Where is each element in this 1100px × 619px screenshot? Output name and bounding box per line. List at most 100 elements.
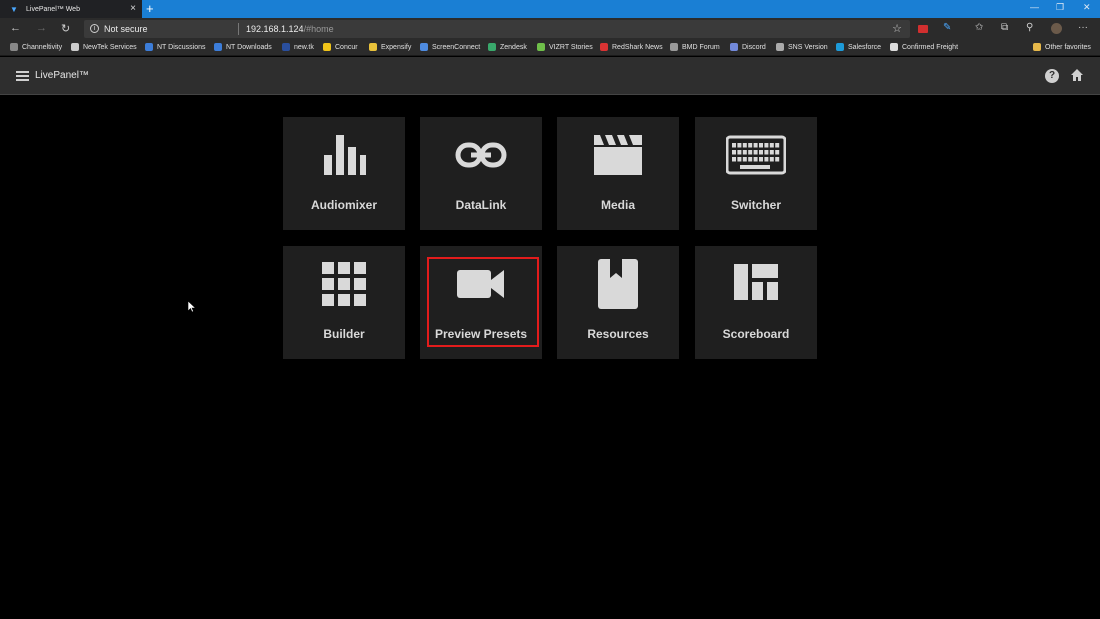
bookmark-label: Channeltivity xyxy=(22,43,63,51)
home-icon[interactable] xyxy=(1070,68,1084,82)
bookmark-favicon-icon xyxy=(890,43,898,51)
bookmark-icon xyxy=(598,259,638,309)
tile-label: Builder xyxy=(323,327,365,341)
clapperboard-icon xyxy=(594,135,642,175)
bookmark-item[interactable]: Discord xyxy=(730,43,766,51)
bookmark-favicon-icon xyxy=(776,43,784,51)
bookmark-label: NT Downloads xyxy=(226,43,272,51)
collections-icon[interactable]: ⧉ xyxy=(1001,22,1008,33)
bookmark-label: Salesforce xyxy=(848,43,882,51)
settings-more-icon[interactable]: ··· xyxy=(1078,22,1088,33)
bookmark-label: Zendesk xyxy=(500,43,527,51)
bookmark-favicon-icon xyxy=(71,43,79,51)
bookmark-item[interactable]: RedShark News xyxy=(600,43,663,51)
address-divider xyxy=(238,23,239,35)
maximize-icon[interactable]: ❐ xyxy=(1056,2,1064,13)
tile-label: Resources xyxy=(587,327,649,341)
bookmark-item[interactable]: Confirmed Freight xyxy=(890,43,958,51)
bookmark-item[interactable]: Salesforce xyxy=(836,43,881,51)
tile-label: Switcher xyxy=(730,198,781,212)
grid-icon xyxy=(322,262,366,306)
info-icon[interactable]: i xyxy=(90,24,99,33)
bookmark-favicon-icon xyxy=(323,43,331,51)
folder-icon xyxy=(1033,43,1041,51)
address-url[interactable]: 192.168.1.124/#home xyxy=(246,24,334,34)
bookmark-favicon-icon xyxy=(488,43,496,51)
help-icon[interactable]: ? xyxy=(1045,69,1059,83)
other-favorites[interactable]: Other favorites xyxy=(1033,43,1091,51)
profile-avatar[interactable] xyxy=(1051,23,1062,34)
bookmark-favicon-icon xyxy=(369,43,377,51)
reload-icon[interactable]: ↻ xyxy=(61,22,70,35)
bookmark-item[interactable]: ScreenConnect xyxy=(420,43,480,51)
bookmark-label: NT Discussions xyxy=(157,43,206,51)
bookmark-favicon-icon xyxy=(145,43,153,51)
bookmark-label: Expensify xyxy=(381,43,412,51)
favorites-icon[interactable]: ✩ xyxy=(975,22,983,33)
bookmark-item[interactable]: new.tk xyxy=(282,43,314,51)
mouse-cursor-icon xyxy=(188,301,196,313)
tile-scoreboard[interactable]: Scoreboard xyxy=(695,246,817,359)
bookmark-label: Concur xyxy=(335,43,358,51)
bookmark-favicon-icon xyxy=(282,43,290,51)
bookmark-item[interactable]: Zendesk xyxy=(488,43,527,51)
bookmark-label: ScreenConnect xyxy=(432,43,481,51)
bookmark-label: BMD Forum xyxy=(682,43,720,51)
bookmark-item[interactable]: NT Downloads xyxy=(214,43,272,51)
dashboard-layout-icon xyxy=(734,264,778,300)
bookmark-item[interactable]: NewTek Services xyxy=(71,43,137,51)
tile-media[interactable]: Media xyxy=(557,117,679,230)
bookmark-favicon-icon xyxy=(836,43,844,51)
minimize-icon[interactable]: — xyxy=(1030,2,1039,12)
bookmark-favicon-icon xyxy=(214,43,222,51)
livepanel-favicon-icon: ▼ xyxy=(10,4,18,14)
bookmark-item[interactable]: Concur xyxy=(323,43,358,51)
tile-audiomixer[interactable]: Audiomixer xyxy=(283,117,405,230)
bookmark-item[interactable]: VIZRT Stories xyxy=(537,43,593,51)
bookmark-label: new.tk xyxy=(294,43,314,51)
bookmark-favicon-icon xyxy=(420,43,428,51)
bookmark-item[interactable]: NT Discussions xyxy=(145,43,206,51)
tile-datalink[interactable]: DataLink xyxy=(420,117,542,230)
tile-resources[interactable]: Resources xyxy=(557,246,679,359)
extension-pen-icon[interactable]: ✎ xyxy=(943,22,951,33)
address-input[interactable]: i Not secure 192.168.1.124/#home ☆ xyxy=(84,20,910,38)
new-tab-button[interactable]: + xyxy=(146,1,154,17)
bookmark-favicon-icon xyxy=(670,43,678,51)
extension-lastpass-icon[interactable] xyxy=(918,25,928,33)
bookmark-label: RedShark News xyxy=(612,43,663,51)
back-icon[interactable]: ← xyxy=(10,22,21,34)
bookmark-item[interactable]: Channeltivity xyxy=(10,43,62,51)
tile-label: Scoreboard xyxy=(722,327,790,341)
bookmark-item[interactable]: Expensify xyxy=(369,43,411,51)
bookmark-label: VIZRT Stories xyxy=(549,43,593,51)
browser-tab-bar: ▼ LivePanel™ Web × + — ❐ ✕ xyxy=(0,0,1100,18)
favorite-star-icon[interactable]: ☆ xyxy=(892,22,902,35)
bookmark-favicon-icon xyxy=(10,43,18,51)
forward-icon[interactable]: → xyxy=(36,22,47,34)
bar-chart-icon xyxy=(324,135,366,175)
selection-highlight xyxy=(427,257,539,347)
tile-label: Audiomixer xyxy=(310,198,377,212)
tab-close-icon[interactable]: × xyxy=(130,3,136,14)
tile-switcher[interactable]: Switcher xyxy=(695,117,817,230)
app-header: LivePanel™ ? xyxy=(0,57,1100,95)
tile-label: DataLink xyxy=(455,198,507,212)
menu-icon[interactable] xyxy=(16,71,29,81)
bookmarks-bar: Channeltivity NewTek Services NT Discussio… xyxy=(0,40,1100,56)
bookmark-item[interactable]: BMD Forum xyxy=(670,43,720,51)
security-status[interactable]: Not secure xyxy=(104,24,148,34)
link-icon xyxy=(455,142,507,168)
browser-tab[interactable]: ▼ LivePanel™ Web × xyxy=(0,0,142,18)
tile-label: Media xyxy=(600,198,635,212)
address-toolbar: ← → ↻ i Not secure 192.168.1.124/#home ☆… xyxy=(0,18,1100,40)
tile-builder[interactable]: Builder xyxy=(283,246,405,359)
bookmark-label: Discord xyxy=(742,43,766,51)
window-close-icon[interactable]: ✕ xyxy=(1083,2,1091,13)
feedback-icon[interactable]: ⚲ xyxy=(1026,22,1033,33)
bookmark-favicon-icon xyxy=(600,43,608,51)
tab-title: LivePanel™ Web xyxy=(26,5,80,13)
keyboard-icon xyxy=(726,135,786,175)
bookmark-item[interactable]: SNS Version xyxy=(776,43,828,51)
bookmark-favicon-icon xyxy=(730,43,738,51)
